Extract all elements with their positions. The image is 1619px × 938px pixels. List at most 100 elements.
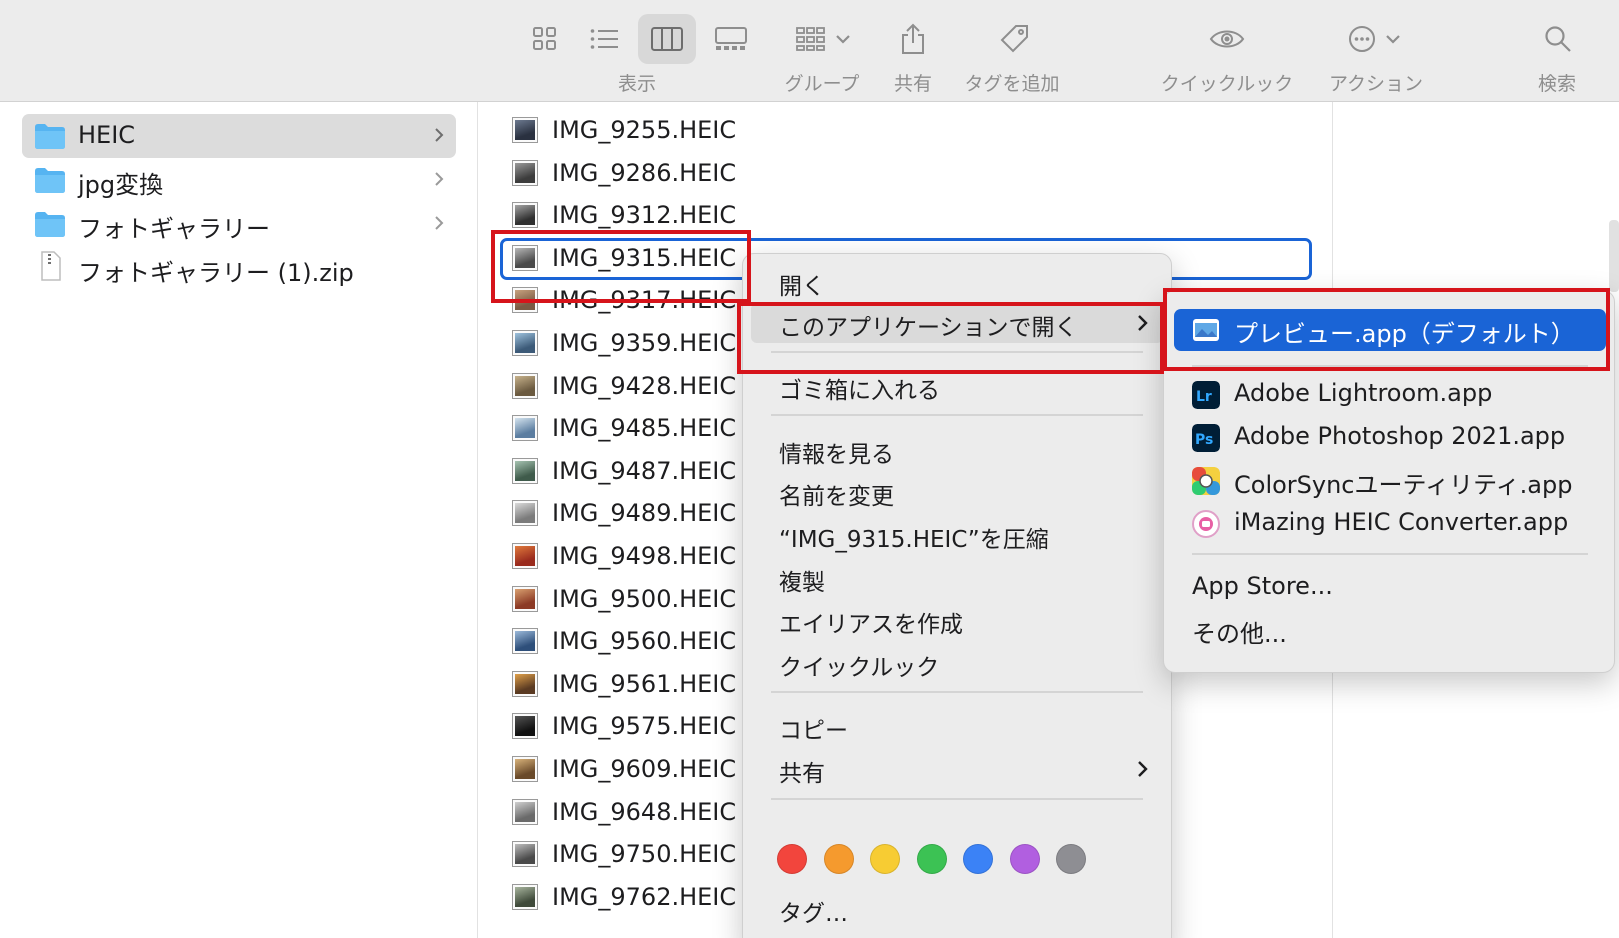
file-name: IMG_9750.HEIC	[552, 840, 737, 869]
columns-icon	[651, 27, 683, 51]
menu-item-duplicate[interactable]: 複製	[751, 558, 1163, 598]
share-icon	[902, 23, 924, 54]
tag-color-dot[interactable]	[823, 844, 854, 874]
folder-row-jpg[interactable]: jpg変換	[22, 158, 456, 202]
share-label: 共有	[893, 73, 933, 95]
file-row[interactable]: IMG_9255.HEIC	[492, 110, 1312, 150]
chevron-down-icon	[1386, 35, 1400, 44]
file-name: IMG_9575.HEIC	[552, 712, 737, 741]
submenu-item-imazing[interactable]: iMazing HEIC Converter.app	[1174, 503, 1606, 545]
folder-icon	[35, 212, 65, 237]
menu-item-tags[interactable]: タグ…	[751, 889, 1163, 929]
file-name: IMG_9255.HEIC	[552, 116, 737, 144]
file-name: IMG_9428.HEIC	[552, 371, 737, 400]
file-name: IMG_9359.HEIC	[552, 329, 737, 357]
file-name: IMG_9609.HEIC	[552, 755, 737, 783]
search-button[interactable]	[1530, 14, 1586, 64]
folder-column: HEIC jpg変換 フォトギャラリー フォトギャラリー (1).zip	[0, 102, 478, 938]
menu-item-copy[interactable]: コピー	[751, 706, 1163, 746]
chevron-right-icon	[435, 172, 444, 186]
gallery-view-button[interactable]	[704, 14, 758, 64]
image-thumbnail-icon	[512, 202, 538, 229]
quick-look-button[interactable]	[1196, 14, 1258, 64]
highlight-box-open-with	[737, 302, 1164, 374]
add-tag-label: タグを追加	[964, 73, 1060, 95]
tag-color-dot[interactable]	[777, 844, 807, 874]
column-view-button[interactable]	[638, 14, 696, 64]
image-thumbnail-icon	[512, 117, 538, 143]
folder-icon	[35, 124, 65, 149]
menu-separator	[1192, 553, 1588, 555]
image-thumbnail-icon	[512, 841, 538, 868]
image-thumbnail-icon	[512, 798, 538, 825]
lightroom-icon: Lr	[1192, 381, 1220, 409]
menu-item-open[interactable]: 開く	[751, 262, 1163, 302]
action-label: アクション	[1328, 73, 1424, 95]
ellipsis-circle-icon	[1349, 26, 1400, 52]
eye-icon	[1209, 30, 1245, 48]
image-thumbnail-icon	[512, 883, 538, 910]
scrollbar-thumb[interactable]	[1609, 220, 1619, 292]
file-name: IMG_9648.HEIC	[552, 797, 737, 826]
tag-color-dot[interactable]	[916, 844, 947, 874]
tag-color-dot[interactable]	[1056, 844, 1086, 874]
menu-item-share[interactable]: 共有	[751, 749, 1163, 789]
tag-icon	[1000, 25, 1028, 53]
menu-separator	[771, 414, 1143, 416]
chevron-down-icon	[836, 35, 850, 44]
tag-color-dot[interactable]	[870, 844, 900, 874]
imazing-icon	[1192, 510, 1220, 538]
menu-item-get-info[interactable]: 情報を見る	[751, 430, 1163, 470]
submenu-item-photoshop[interactable]: Ps Adobe Photoshop 2021.app	[1174, 417, 1606, 459]
file-name: IMG_9498.HEIC	[552, 542, 737, 570]
share-button[interactable]	[886, 14, 940, 64]
file-name: IMG_9485.HEIC	[552, 414, 737, 443]
tag-color-dot[interactable]	[1009, 844, 1040, 874]
image-thumbnail-icon	[512, 670, 538, 697]
menu-separator	[771, 798, 1143, 800]
group-button[interactable]	[790, 14, 862, 64]
photoshop-icon: Ps	[1192, 424, 1220, 452]
quick-look-label: クイックルック	[1160, 73, 1294, 95]
image-thumbnail-icon	[512, 543, 538, 569]
file-name: IMG_9561.HEIC	[552, 669, 737, 698]
tag-color-dot[interactable]	[963, 844, 993, 874]
image-thumbnail-icon	[512, 159, 538, 186]
zip-file-row[interactable]: フォトギャラリー (1).zip	[22, 246, 456, 290]
zip-file-icon	[41, 251, 61, 281]
menu-separator	[771, 691, 1143, 693]
menu-item-quick-look[interactable]: クイックルック	[751, 643, 1163, 683]
menu-item-make-alias[interactable]: エイリアスを作成	[751, 600, 1163, 640]
image-thumbnail-icon	[512, 713, 538, 740]
file-name: IMG_9312.HEIC	[552, 201, 737, 230]
submenu-item-other[interactable]: その他...	[1174, 609, 1606, 651]
gallery-icon	[715, 27, 747, 50]
menu-item-rename[interactable]: 名前を変更	[751, 472, 1163, 512]
search-icon	[1545, 26, 1571, 52]
icon-view-button[interactable]	[520, 14, 570, 64]
add-tag-button[interactable]	[985, 14, 1043, 64]
chevron-right-icon	[435, 128, 444, 142]
image-thumbnail-icon	[512, 330, 538, 356]
folder-row-photo-gallery[interactable]: フォトギャラリー	[22, 202, 456, 246]
view-label: 表示	[617, 73, 657, 95]
highlight-box-selected-file	[491, 230, 751, 303]
file-name: IMG_9762.HEIC	[552, 882, 737, 911]
group-icon	[796, 27, 850, 51]
folder-row-heic[interactable]: HEIC	[22, 114, 456, 158]
submenu-item-app-store[interactable]: App Store...	[1174, 567, 1606, 609]
image-thumbnail-icon	[512, 500, 538, 527]
colorsync-icon	[1192, 467, 1220, 495]
submenu-item-lightroom[interactable]: Lr Adobe Lightroom.app	[1174, 374, 1606, 416]
file-name: フォトギャラリー (1).zip	[78, 259, 354, 287]
image-thumbnail-icon	[512, 628, 538, 655]
submenu-item-colorsync[interactable]: ColorSyncユーティリティ.app	[1174, 460, 1606, 502]
folder-name: フォトギャラリー	[78, 215, 270, 243]
file-row[interactable]: IMG_9286.HEIC	[492, 153, 1312, 193]
list-view-button[interactable]	[580, 14, 630, 64]
action-button[interactable]	[1342, 14, 1414, 64]
folder-name: HEIC	[78, 121, 136, 149]
image-thumbnail-icon	[512, 372, 538, 399]
menu-item-compress[interactable]: “IMG_9315.HEIC”を圧縮	[751, 515, 1163, 555]
file-name: IMG_9560.HEIC	[552, 627, 737, 656]
